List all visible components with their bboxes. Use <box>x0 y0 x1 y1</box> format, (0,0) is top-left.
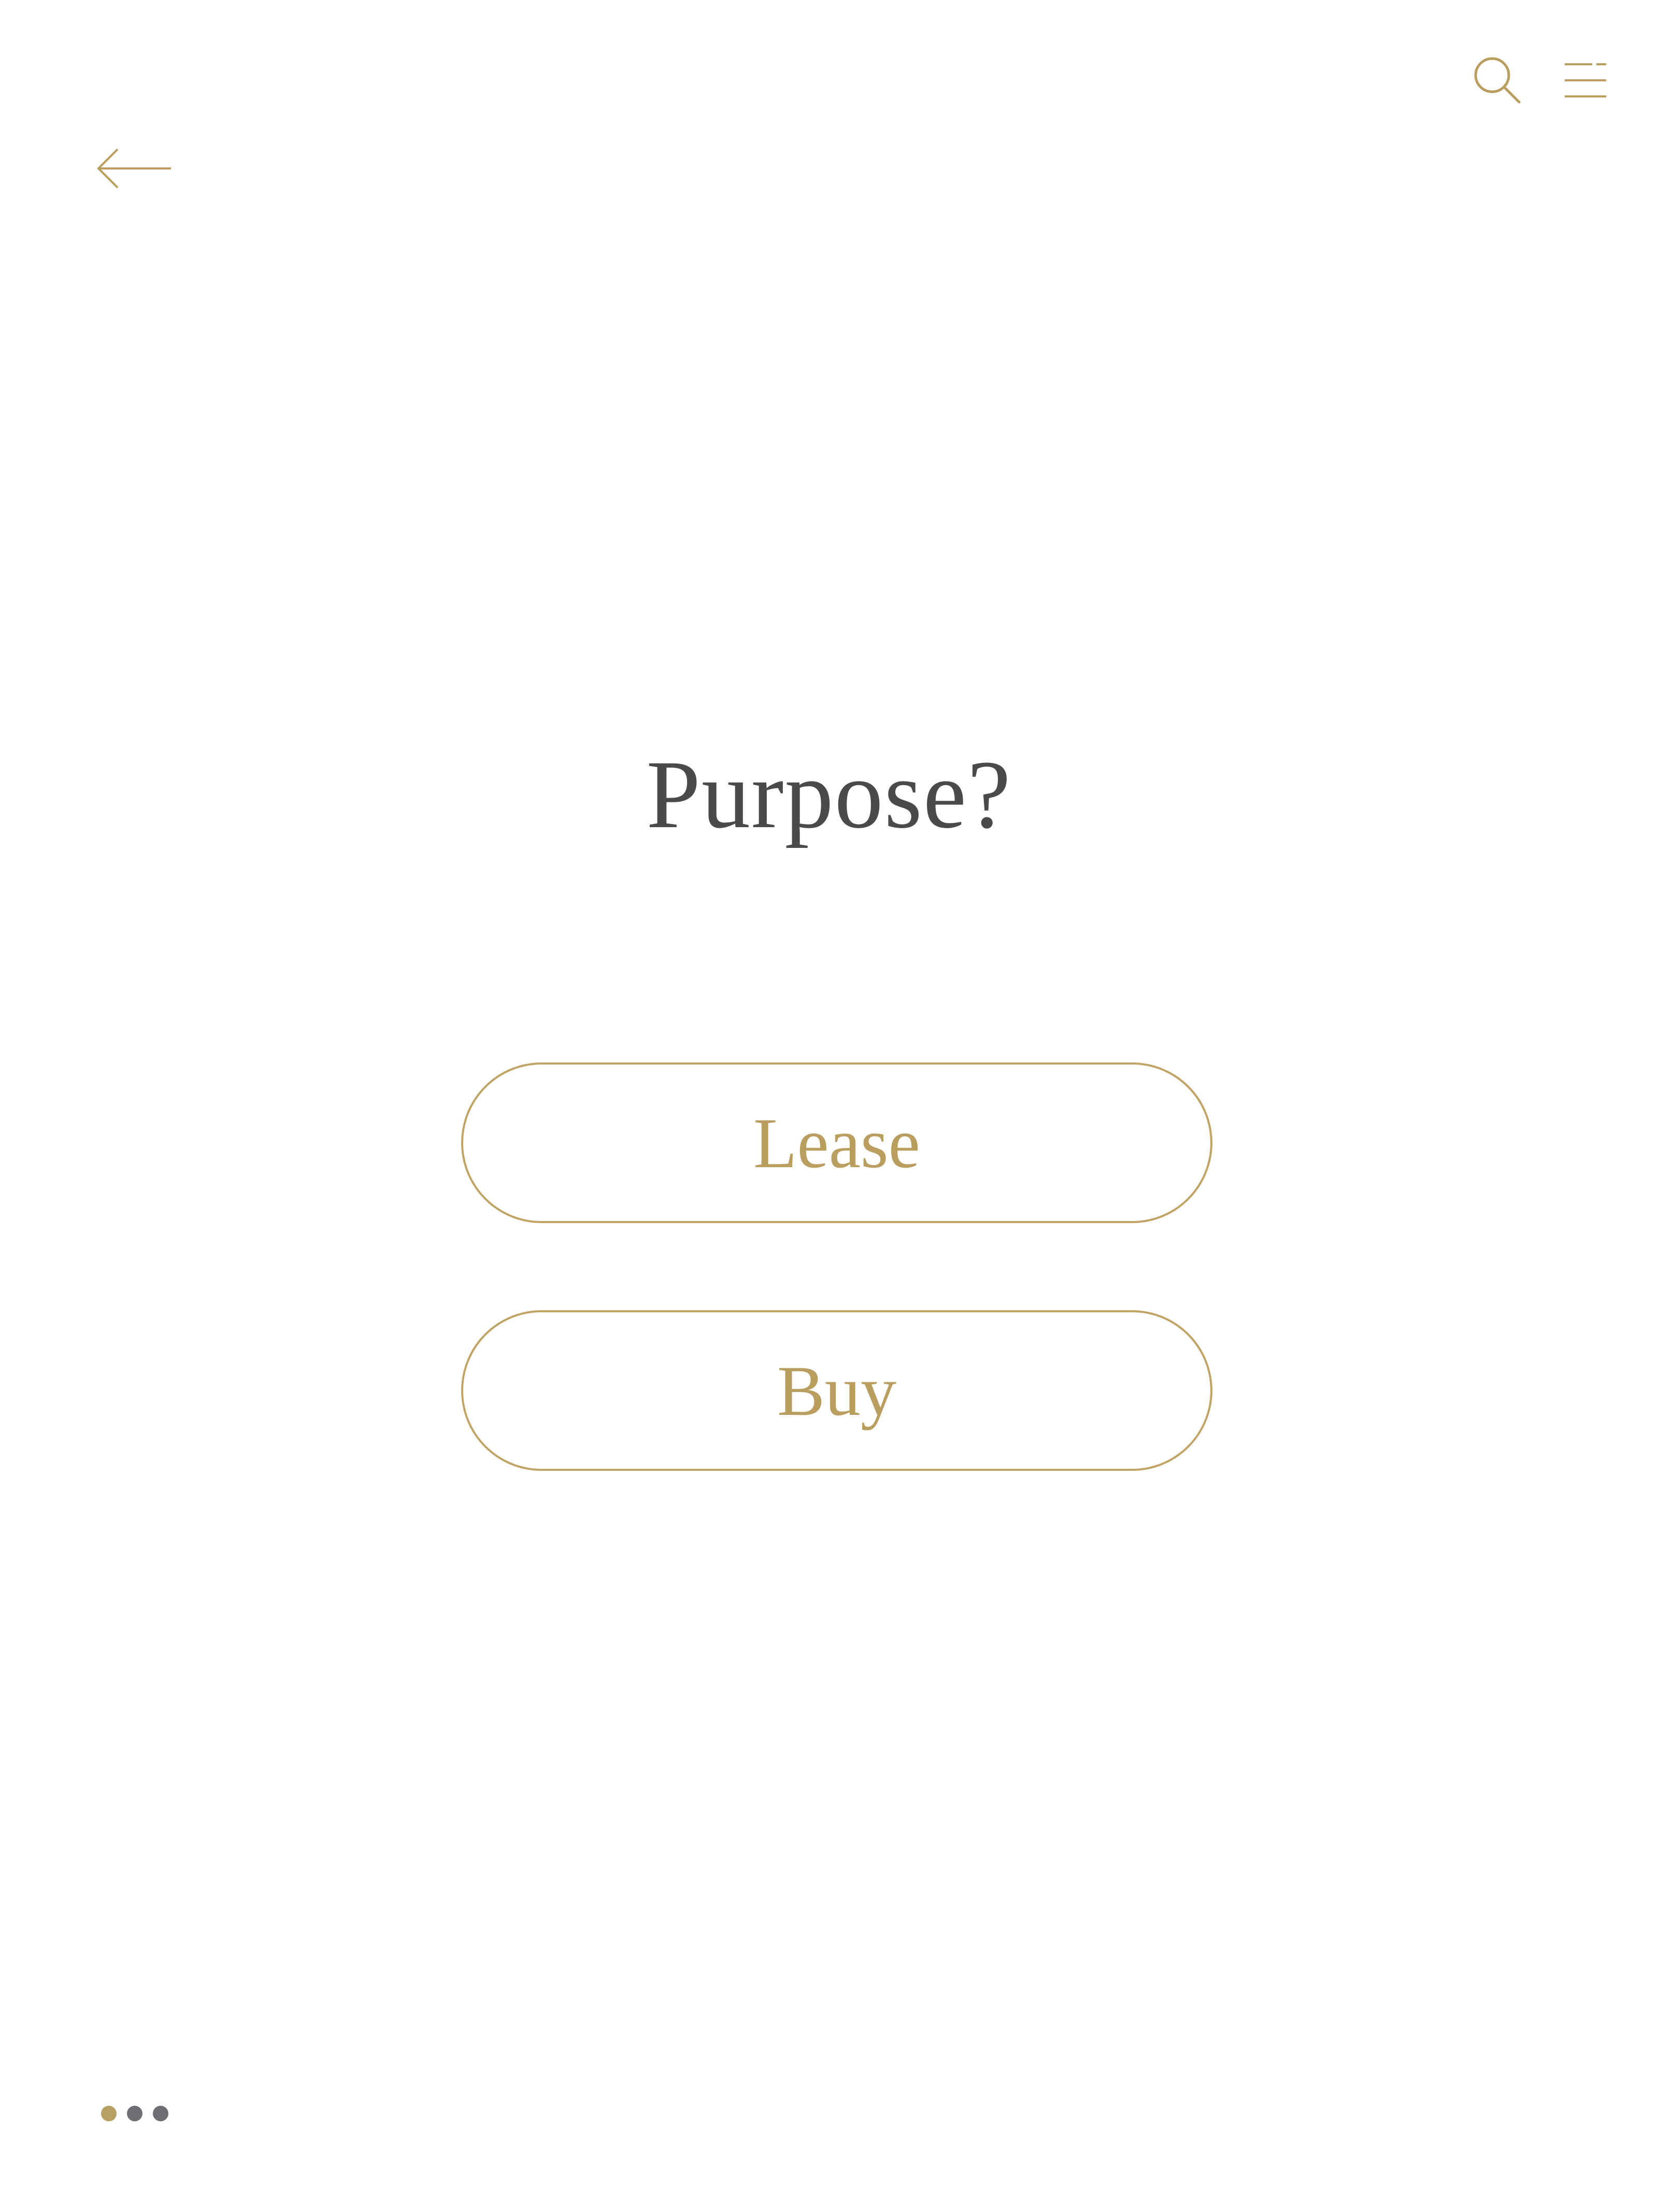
question-title: Purpose? <box>646 740 1012 848</box>
buy-button[interactable]: Buy <box>461 1310 1212 1471</box>
pagination-dot-active <box>101 2106 117 2121</box>
lease-button[interactable]: Lease <box>461 1062 1212 1223</box>
back-button[interactable] <box>96 143 174 194</box>
option-list: Lease Buy <box>461 1062 1212 1558</box>
pagination-dot <box>127 2106 142 2121</box>
search-icon[interactable] <box>1471 54 1523 106</box>
pagination-dots <box>101 2106 168 2121</box>
top-toolbar <box>1471 54 1611 106</box>
arrow-left-icon <box>97 148 171 189</box>
menu-icon[interactable] <box>1560 54 1611 106</box>
pagination-dot <box>153 2106 168 2121</box>
purpose-screen: Purpose? Lease Buy <box>0 0 1658 2212</box>
